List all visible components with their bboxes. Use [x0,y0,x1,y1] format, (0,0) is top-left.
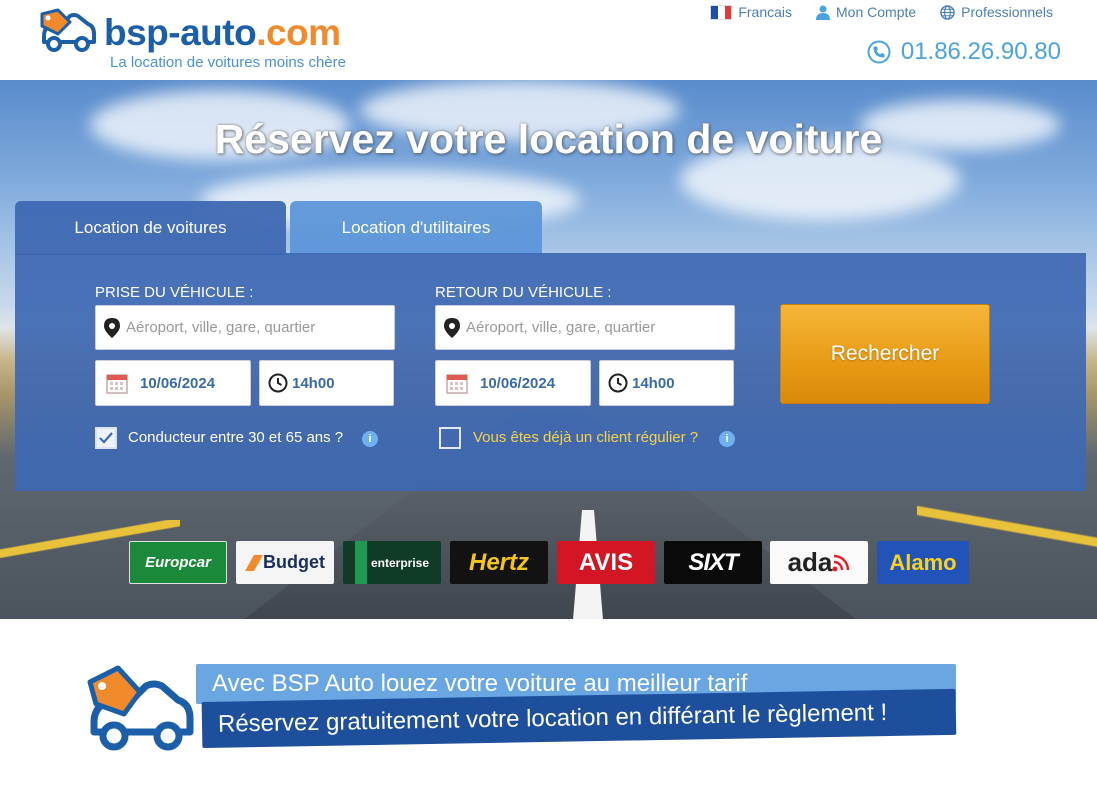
calendar-icon [106,374,128,394]
pickup-date-value: 10/06/2024 [140,374,216,392]
return-time-field[interactable]: 14h00 [599,360,734,406]
brand-logo-ada: ada [770,541,868,584]
pickup-time-value: 14h00 [292,374,335,392]
professionals-link[interactable]: Professionnels [940,4,1053,20]
my-account-link[interactable]: Mon Compte [816,4,916,20]
brand-logo-europcar: Europcar [129,541,227,584]
pickup-section-label: PRISE DU VÉHICULE : [95,284,254,301]
location-pin-icon [444,317,460,338]
return-location-field[interactable] [435,305,735,350]
ada-signal-icon [832,554,850,571]
brand-ada-label: ada [787,547,833,577]
brand-logo-avis: AVIS [557,541,655,584]
logo-text: bsp-auto.com [104,12,341,53]
regular-client-info-icon[interactable]: i [719,431,735,447]
driver-age-info-icon[interactable]: i [362,431,378,447]
return-date-field[interactable]: 10/06/2024 [435,360,591,406]
car-tag-promo-icon [87,665,194,751]
brand-enterprise-label: enterprise [370,555,430,570]
clock-icon [608,373,628,393]
language-link[interactable]: Francais [710,4,792,20]
return-section-label: RETOUR DU VÉHICULE : [435,284,612,301]
tab-utility-rental[interactable]: Location d'utilitaires [290,201,542,255]
globe-icon [940,4,955,20]
checkmark-icon [99,432,113,444]
budget-flag-icon [245,554,263,571]
my-account-label: Mon Compte [836,4,917,20]
french-flag-icon [710,4,733,20]
top-links: Francais Mon Compte Professionnels [710,4,1053,20]
calendar-icon [446,374,468,394]
brand-logo-alamo: Alamo [877,541,969,584]
brand-logo-enterprise: enterprise [343,541,441,584]
car-tag-logo-icon [40,8,96,52]
language-label: Francais [738,4,793,20]
return-location-input[interactable] [466,319,726,336]
return-date-value: 10/06/2024 [480,374,556,392]
enterprise-stripe [354,541,367,584]
regular-client-label: Vous êtes déjà un client régulier ? [473,429,699,446]
site-header: bsp-auto.com La location de voitures moi… [0,0,1097,80]
brand-logo-budget: Budget [236,541,334,584]
brand-logo-sixt: SIXT [664,541,762,584]
pickup-location-field[interactable] [95,305,395,350]
pickup-location-input[interactable] [126,319,386,336]
clock-icon [268,373,288,393]
professionals-label: Professionnels [961,4,1053,20]
driver-age-label: Conducteur entre 30 et 65 ans ? [128,429,344,446]
driver-age-checkbox[interactable] [95,427,117,449]
user-icon [816,5,831,20]
site-logo[interactable]: bsp-auto.com [36,6,341,54]
pickup-time-field[interactable]: 14h00 [259,360,394,406]
tab-car-rental[interactable]: Location de voitures [15,201,286,255]
site-tagline: La location de voitures moins chère [110,54,346,71]
brand-logo-hertz: Hertz [450,541,548,584]
location-pin-icon [104,317,120,338]
pickup-date-field[interactable]: 10/06/2024 [95,360,251,406]
phone-icon [867,40,891,64]
regular-client-checkbox[interactable] [439,427,461,449]
search-button[interactable]: Rechercher [780,304,990,404]
brand-budget-label: Budget [263,552,325,572]
phone-contact[interactable]: 01.86.26.90.80 [867,38,1061,66]
hero-title: Réservez votre location de voiture [214,116,883,162]
return-time-value: 14h00 [632,374,675,392]
phone-number: 01.86.26.90.80 [900,38,1061,65]
